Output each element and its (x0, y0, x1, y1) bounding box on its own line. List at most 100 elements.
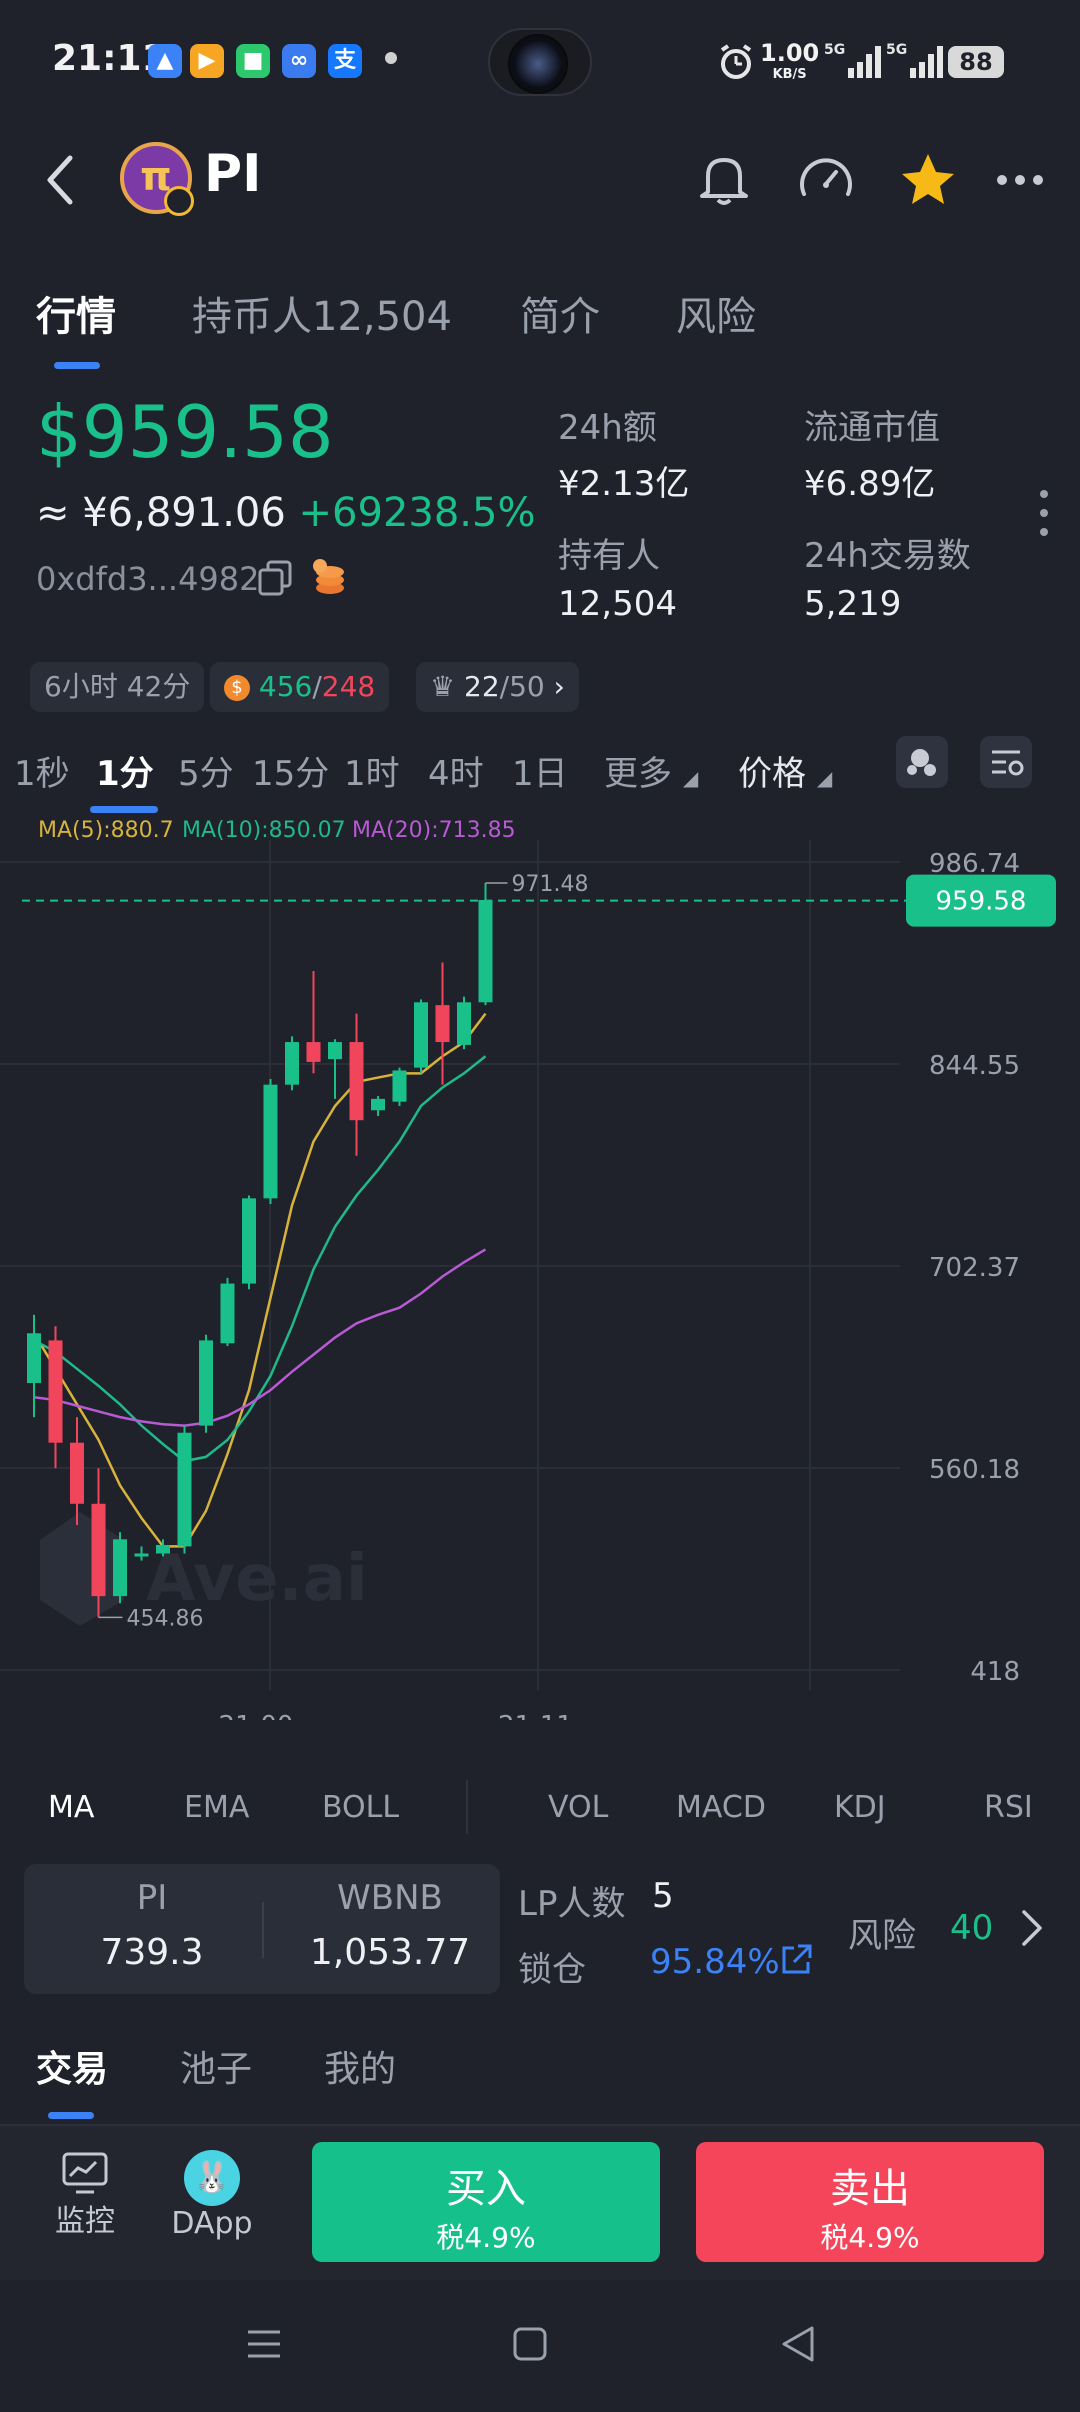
indicator-rsi[interactable]: RSI (984, 1790, 1033, 1825)
timeframe-1d[interactable]: 1日 (512, 746, 568, 795)
rank-separator: / (499, 670, 510, 703)
indicator-ema[interactable]: EMA (184, 1790, 249, 1825)
candle-body (199, 1340, 213, 1426)
y-tick-label: 986.74 (929, 849, 1020, 879)
indicator-ma[interactable]: MA (48, 1790, 94, 1825)
indicator-kdj[interactable]: KDJ (834, 1790, 886, 1825)
indicator-boll[interactable]: BOLL (322, 1790, 399, 1825)
buy-label: 买入 (446, 2166, 526, 2212)
candles (27, 882, 493, 1618)
recents-menu-icon[interactable] (244, 2324, 284, 2364)
tab-intro[interactable]: 简介 (520, 284, 600, 342)
candle (263, 1078, 278, 1205)
dropdown-triangle-icon: ◢ (816, 766, 833, 790)
bubble-tool-button[interactable] (896, 736, 948, 788)
chart-grid (0, 840, 900, 1690)
rank-chip[interactable]: ♛ 22/50 › (416, 662, 579, 712)
external-link-icon[interactable] (778, 1942, 814, 1978)
price-mode-dropdown[interactable]: 价格 ◢ (738, 746, 832, 795)
tab-holders[interactable]: 持币人12,504 (192, 284, 452, 342)
more-horizontal-icon[interactable] (988, 148, 1052, 212)
candlestick-chart[interactable]: Ave.ai 986.74 844.55 702.37 560.18 418 21:00… (0, 840, 1080, 1720)
rank-current: 22 (464, 670, 500, 703)
candle (113, 1532, 127, 1604)
pool-token-b-symbol: WBNB (337, 1878, 443, 1918)
notification-dot-icon (385, 52, 397, 64)
active-tab-indicator (54, 362, 100, 369)
buy-button[interactable]: 买入 税4.9% (312, 2142, 660, 2262)
copy-icon[interactable] (256, 558, 296, 598)
candle-body (371, 1098, 385, 1111)
timeframe-5m[interactable]: 5分 (178, 746, 234, 795)
ma20-line (33, 1248, 487, 1427)
tab-pools[interactable]: 池子 (180, 2040, 252, 2092)
stat-market-cap-value: ¥6.89亿 (804, 464, 936, 504)
candle (306, 971, 321, 1074)
coins-icon[interactable] (308, 556, 352, 600)
dapp-button[interactable]: 🐰 DApp (164, 2150, 260, 2241)
tab-mine[interactable]: 我的 (324, 2040, 396, 2092)
bell-icon[interactable] (692, 148, 756, 212)
risk-score: 40 (950, 1908, 994, 1948)
sell-button[interactable]: 卖出 税4.9% (696, 2142, 1044, 2262)
candle-body (306, 1042, 321, 1062)
timeframe-more-dropdown[interactable]: 更多 ◢ (604, 746, 698, 795)
monitor-icon (62, 2152, 108, 2194)
candle-body (457, 1002, 471, 1045)
svg-text:5G: 5G (886, 42, 907, 58)
favorite-star-icon[interactable] (896, 148, 960, 212)
buy-count: 456 (258, 670, 313, 703)
age-chip: 6小时 42分 (30, 662, 205, 712)
indicator-vol[interactable]: VOL (548, 1790, 608, 1825)
chart-settings-button[interactable] (980, 736, 1032, 788)
tab-market[interactable]: 行情 (36, 284, 116, 342)
timeframe-1h[interactable]: 1时 (344, 746, 400, 795)
price-usd: $959.58 (36, 390, 334, 474)
stat-24h-trades-value: 5,219 (804, 584, 902, 624)
risk-chevron-right-icon[interactable] (1016, 1906, 1046, 1950)
contract-row: 0xdfd3...4982 (36, 560, 260, 598)
tab-trades[interactable]: 交易 (36, 2040, 108, 2092)
sell-count: 248 (321, 670, 376, 703)
timeframe-1m[interactable]: 1分 (96, 746, 154, 795)
net-speed: 1.00 KB/S (760, 39, 820, 82)
video-app-icon: ▶ (190, 44, 224, 78)
candle-body (91, 1503, 106, 1597)
candle-body (242, 1198, 256, 1284)
timeframe-15m[interactable]: 15分 (252, 746, 329, 795)
chevron-right-icon: › (553, 670, 565, 703)
more-vertical-icon[interactable] (1036, 488, 1052, 538)
back-arrow-icon[interactable] (40, 150, 80, 210)
buy-sell-count-chip[interactable]: $ 456/248 (210, 662, 390, 712)
candle-body (392, 1070, 407, 1102)
candle-body (113, 1539, 127, 1597)
candle-body (70, 1442, 84, 1504)
candle-body (349, 1042, 364, 1121)
timeframe-4h[interactable]: 4时 (428, 746, 484, 795)
money-bag-icon: $ (224, 675, 250, 701)
bubbles-icon (907, 749, 936, 776)
monitor-label: 监控 (55, 2204, 115, 2239)
tab-risk[interactable]: 风险 (676, 284, 756, 342)
candle (27, 1314, 41, 1418)
timeframe-more-label: 更多 (604, 754, 672, 794)
indicator-macd[interactable]: MACD (676, 1790, 766, 1825)
token-symbol: PI (204, 144, 262, 204)
y-tick-label: 702.37 (929, 1253, 1020, 1283)
stat-24h-volume-value: ¥2.13亿 (558, 464, 690, 504)
monitor-button[interactable]: 监控 (40, 2150, 130, 2240)
rank-total: 50 (509, 670, 545, 703)
crown-icon: ♛ (430, 670, 456, 703)
candle-body (48, 1340, 63, 1443)
lp-holders-value: 5 (652, 1876, 674, 1916)
maps-app-icon: ▲ (148, 44, 182, 78)
liquidity-pool-card[interactable]: PI 739.3 WBNB 1,053.77 (24, 1864, 500, 1994)
system-back-icon[interactable] (778, 2324, 818, 2364)
timeframe-1s[interactable]: 1秒 (14, 746, 70, 795)
svg-text:5G: 5G (824, 42, 845, 58)
gauge-icon[interactable] (794, 148, 858, 212)
lock-value[interactable]: 95.84% (650, 1942, 780, 1982)
home-icon[interactable] (512, 2326, 548, 2362)
pool-token-a-symbol: PI (136, 1878, 168, 1918)
pool-divider (262, 1902, 264, 1958)
